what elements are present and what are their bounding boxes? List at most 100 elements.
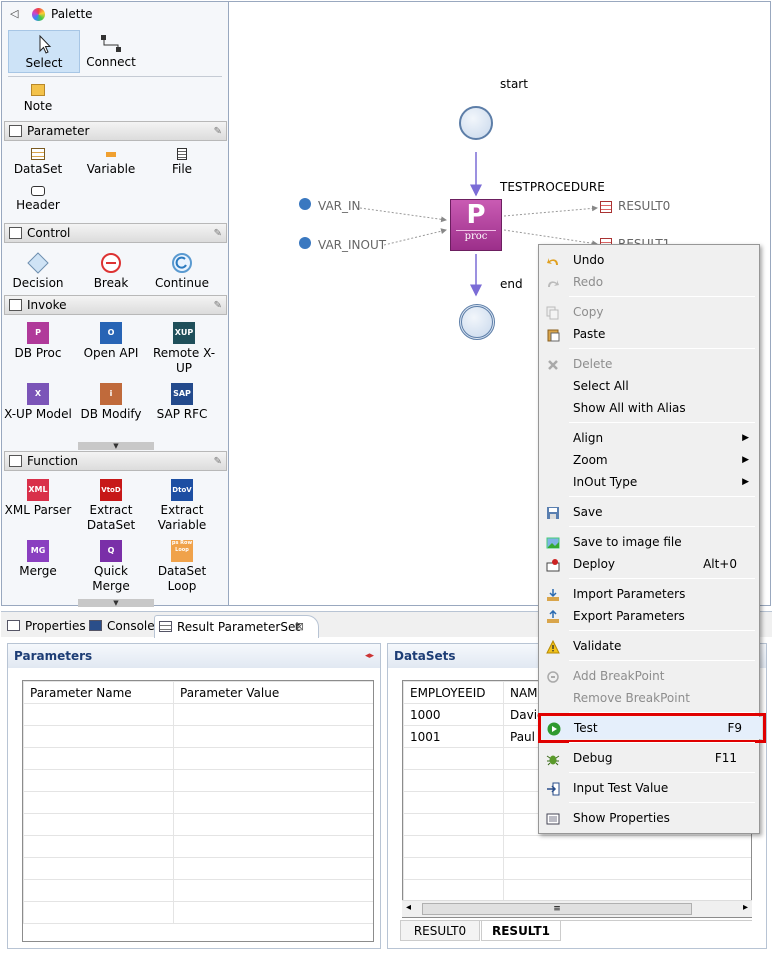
menu-item-import-parameters[interactable]: Import Parameters [541, 583, 757, 605]
table-cell[interactable] [403, 747, 504, 770]
column-header[interactable]: Parameter Name [23, 681, 174, 704]
scroll-right-icon[interactable]: ▸ [743, 902, 748, 913]
scroll-down-icon[interactable]: ▼ [78, 442, 154, 450]
table-cell[interactable] [173, 791, 373, 814]
table-cell[interactable] [403, 835, 504, 858]
remote-xup-tool[interactable]: XUP Remote X-UP [146, 322, 222, 376]
scroll-down-icon[interactable]: ▼ [78, 599, 154, 607]
table-cell[interactable] [23, 857, 174, 880]
table-row[interactable] [403, 857, 751, 880]
table-cell[interactable] [23, 769, 174, 792]
tab-result-parameterset[interactable]: Result ParameterSet ⊠ [154, 615, 319, 638]
menu-item-save-to-image-file[interactable]: Save to image file [541, 531, 757, 553]
menu-item-select-all[interactable]: Select All [541, 375, 757, 397]
table-row[interactable] [23, 791, 373, 814]
quick-merge-tool[interactable]: Q Quick Merge [75, 540, 147, 594]
pin-icon[interactable]: ✎ [214, 297, 222, 315]
section-control[interactable]: Control ✎ [4, 223, 227, 243]
table-cell[interactable] [173, 813, 373, 836]
scroll-left-icon[interactable]: ◂ [406, 902, 411, 913]
collapse-icon[interactable]: ◂▸ [365, 644, 374, 668]
table-row[interactable] [403, 835, 751, 858]
menu-item-undo[interactable]: Undo [541, 249, 757, 271]
table-cell[interactable] [403, 769, 504, 792]
close-icon[interactable]: ⊠ [295, 616, 304, 638]
scroll-thumb[interactable]: ≡ [422, 903, 692, 915]
section-function[interactable]: Function ✎ [4, 451, 227, 471]
section-invoke[interactable]: Invoke ✎ [4, 295, 227, 315]
start-node[interactable] [459, 106, 493, 140]
column-header[interactable]: EMPLOYEEID [403, 681, 504, 704]
menu-item-inout-type[interactable]: InOut Type ▶ [541, 471, 757, 493]
menu-item-save[interactable]: Save [541, 501, 757, 523]
table-row[interactable] [23, 725, 373, 748]
menu-item-align[interactable]: Align ▶ [541, 427, 757, 449]
table-cell[interactable] [173, 769, 373, 792]
table-row[interactable] [23, 703, 373, 726]
section-parameter[interactable]: Parameter ✎ [4, 121, 227, 141]
horizontal-scrollbar[interactable]: ◂ ≡ ▸ [402, 900, 752, 917]
table-cell[interactable] [503, 857, 751, 880]
xup-model-tool[interactable]: X X-UP Model [2, 383, 74, 422]
column-header[interactable]: Parameter Value [173, 681, 373, 704]
table-cell[interactable] [173, 835, 373, 858]
pin-icon[interactable]: ✎ [214, 123, 222, 141]
tab-result1[interactable]: RESULT1 [481, 921, 561, 941]
table-cell[interactable] [173, 725, 373, 748]
table-cell[interactable] [173, 857, 373, 880]
merge-tool[interactable]: MG Merge [2, 540, 74, 579]
table-row[interactable] [23, 835, 373, 858]
table-cell[interactable] [503, 835, 751, 858]
extract-variable-tool[interactable]: DtoV Extract Variable [146, 479, 218, 533]
table-row[interactable] [23, 747, 373, 770]
table-row[interactable] [23, 857, 373, 880]
db-proc-tool[interactable]: P DB Proc [2, 322, 74, 361]
table-cell[interactable] [403, 813, 504, 836]
menu-item-zoom[interactable]: Zoom ▶ [541, 449, 757, 471]
table-cell[interactable]: 1001 [403, 725, 504, 748]
table-row[interactable] [23, 879, 373, 902]
db-proc-node[interactable]: P proc [450, 199, 502, 251]
table-row[interactable] [23, 813, 373, 836]
collapse-arrow-icon[interactable]: ◁ [10, 2, 18, 26]
table-cell[interactable] [23, 813, 174, 836]
menu-item-input-test-value[interactable]: Input Test Value [541, 777, 757, 799]
tab-properties[interactable]: Properties [3, 615, 86, 638]
menu-item-test[interactable]: Test F9 [538, 713, 766, 743]
menu-item-validate[interactable]: Validate [541, 635, 757, 657]
file-tool[interactable]: File [146, 148, 218, 177]
table-cell[interactable] [403, 791, 504, 814]
table-cell[interactable] [23, 835, 174, 858]
table-cell[interactable] [23, 725, 174, 748]
table-cell[interactable] [23, 791, 174, 814]
table-cell[interactable] [23, 703, 174, 726]
output-result0[interactable]: RESULT0 [618, 199, 670, 213]
table-row[interactable] [23, 769, 373, 792]
dataset-loop-tool[interactable]: ps Row Loop DataSet Loop [146, 540, 218, 594]
menu-item-paste[interactable]: Paste [541, 323, 757, 345]
tab-result0[interactable]: RESULT0 [400, 921, 480, 941]
tab-console[interactable]: Console [85, 615, 155, 638]
sap-rfc-tool[interactable]: SAP SAP RFC [146, 383, 218, 422]
connect-tool[interactable]: Connect [75, 33, 147, 70]
table-cell[interactable] [173, 703, 373, 726]
table-cell[interactable] [23, 747, 174, 770]
menu-item-show-properties[interactable]: Show Properties [541, 807, 757, 829]
table-cell[interactable] [173, 747, 373, 770]
note-tool[interactable]: Note [2, 84, 74, 114]
decision-tool[interactable]: Decision [2, 252, 74, 291]
variable-tool[interactable]: Variable [75, 148, 147, 177]
table-cell[interactable] [503, 879, 751, 902]
menu-item-deploy[interactable]: Deploy Alt+0 [541, 553, 757, 575]
input-var-inout[interactable]: VAR_INOUT [318, 238, 386, 252]
menu-item-debug[interactable]: Debug F11 [541, 747, 757, 769]
pin-icon[interactable]: ✎ [214, 225, 222, 243]
dataset-tool[interactable]: DataSet [2, 148, 74, 177]
table-cell[interactable] [23, 879, 174, 902]
extract-dataset-tool[interactable]: VtoD Extract DataSet [75, 479, 147, 533]
db-modify-tool[interactable]: i DB Modify [75, 383, 147, 422]
continue-tool[interactable]: Continue [146, 252, 218, 291]
menu-item-export-parameters[interactable]: Export Parameters [541, 605, 757, 627]
pin-icon[interactable]: ✎ [214, 453, 222, 471]
table-cell[interactable] [403, 857, 504, 880]
